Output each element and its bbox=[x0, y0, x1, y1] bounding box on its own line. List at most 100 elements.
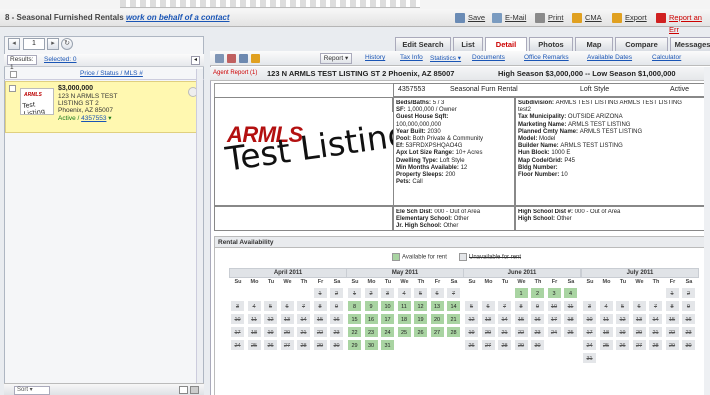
day-cell[interactable]: 8 bbox=[664, 300, 680, 312]
listing-thumbnail[interactable]: ARMLS Test Listing bbox=[20, 88, 54, 115]
tab-messages[interactable]: Messages bbox=[670, 37, 710, 51]
day-cell[interactable]: 26 bbox=[413, 326, 428, 338]
day-cell[interactable]: 28 bbox=[648, 339, 663, 351]
day-cell[interactable]: 18 bbox=[598, 326, 614, 338]
day-cell[interactable]: 7 bbox=[296, 300, 311, 312]
day-cell[interactable]: 2 bbox=[329, 287, 344, 299]
agent-report-label[interactable]: Agent Report (1) bbox=[213, 70, 257, 76]
day-cell[interactable]: 9 bbox=[681, 300, 696, 312]
sort-links[interactable]: Price / Status / MLS # bbox=[80, 70, 143, 77]
day-cell[interactable]: 29 bbox=[664, 339, 680, 351]
print-button[interactable]: Print bbox=[535, 12, 563, 24]
day-cell[interactable]: 17 bbox=[546, 313, 562, 325]
day-cell[interactable]: 8 bbox=[513, 300, 529, 312]
day-cell[interactable]: 13 bbox=[279, 313, 295, 325]
day-cell[interactable]: 24 bbox=[546, 326, 562, 338]
day-cell[interactable]: 18 bbox=[563, 313, 578, 325]
day-cell[interactable]: 3 bbox=[380, 287, 395, 299]
day-cell[interactable]: 4 bbox=[598, 300, 614, 312]
day-cell[interactable]: 28 bbox=[497, 339, 512, 351]
link-office-remarks[interactable]: Office Remarks bbox=[524, 54, 569, 61]
day-cell[interactable]: 12 bbox=[413, 300, 428, 312]
refresh-icon[interactable]: ↻ bbox=[61, 38, 73, 50]
behalf-contact-link[interactable]: work on behalf of a contact bbox=[126, 13, 230, 22]
day-cell[interactable]: 2 bbox=[363, 287, 379, 299]
day-cell[interactable]: 1 bbox=[347, 287, 362, 299]
day-cell[interactable]: 7 bbox=[497, 300, 512, 312]
day-cell[interactable]: 10 bbox=[380, 300, 395, 312]
day-cell[interactable]: 14 bbox=[446, 300, 461, 312]
day-cell[interactable]: 31 bbox=[380, 339, 395, 351]
day-cell[interactable]: 21 bbox=[648, 326, 663, 338]
day-cell[interactable]: 27 bbox=[429, 326, 445, 338]
link-available-dates[interactable]: Available Dates bbox=[587, 54, 632, 61]
listing-mls-link[interactable]: 4357553 bbox=[81, 115, 106, 122]
day-cell[interactable]: 21 bbox=[497, 326, 512, 338]
day-cell[interactable]: 20 bbox=[631, 326, 647, 338]
day-cell[interactable]: 15 bbox=[664, 313, 680, 325]
tab-edit-search[interactable]: Edit Search bbox=[395, 37, 451, 51]
day-cell[interactable]: 29 bbox=[312, 339, 328, 351]
day-cell[interactable]: 13 bbox=[631, 313, 647, 325]
day-cell[interactable]: 29 bbox=[513, 339, 529, 351]
day-cell[interactable]: 1 bbox=[513, 287, 529, 299]
day-cell[interactable]: 5 bbox=[615, 300, 630, 312]
report-an-err-button[interactable]: Report an Err bbox=[656, 12, 710, 34]
tab-compare[interactable]: Compare bbox=[615, 37, 668, 51]
day-cell[interactable]: 4 bbox=[563, 287, 578, 299]
day-cell[interactable]: 20 bbox=[429, 313, 445, 325]
day-cell[interactable]: 12 bbox=[464, 313, 479, 325]
day-cell[interactable]: 3 bbox=[546, 287, 562, 299]
day-cell[interactable]: 20 bbox=[480, 326, 496, 338]
day-cell[interactable]: 11 bbox=[396, 300, 412, 312]
day-cell[interactable]: 30 bbox=[681, 339, 696, 351]
day-cell[interactable]: 22 bbox=[347, 326, 362, 338]
day-cell[interactable]: 4 bbox=[396, 287, 412, 299]
day-cell[interactable]: 14 bbox=[648, 313, 663, 325]
link-documents[interactable]: Documents bbox=[472, 54, 505, 61]
day-cell[interactable]: 24 bbox=[230, 339, 245, 351]
day-cell[interactable]: 11 bbox=[598, 313, 614, 325]
day-cell[interactable]: 15 bbox=[513, 313, 529, 325]
day-cell[interactable]: 23 bbox=[681, 326, 696, 338]
day-cell[interactable]: 17 bbox=[380, 313, 395, 325]
e-mail-button[interactable]: E-Mail bbox=[492, 12, 526, 24]
email-icon[interactable] bbox=[215, 54, 224, 63]
day-cell[interactable]: 16 bbox=[363, 313, 379, 325]
day-cell[interactable]: 10 bbox=[546, 300, 562, 312]
day-cell[interactable]: 25 bbox=[598, 339, 614, 351]
selected-link[interactable]: Selected: 0 bbox=[44, 56, 77, 63]
tab-list[interactable]: List bbox=[453, 37, 483, 51]
day-cell[interactable]: 6 bbox=[279, 300, 295, 312]
day-cell[interactable]: 10 bbox=[230, 313, 245, 325]
day-cell[interactable]: 9 bbox=[329, 300, 344, 312]
next-page-button[interactable]: ▸ bbox=[47, 38, 59, 50]
tab-photos[interactable]: Photos bbox=[529, 37, 573, 51]
day-cell[interactable]: 7 bbox=[648, 300, 663, 312]
export-button[interactable]: Export bbox=[612, 12, 647, 24]
save-icon[interactable] bbox=[239, 54, 248, 63]
day-cell[interactable]: 23 bbox=[530, 326, 545, 338]
grid-view-icon[interactable] bbox=[190, 386, 199, 394]
prev-page-button[interactable]: ◂ bbox=[8, 38, 20, 50]
day-cell[interactable]: 12 bbox=[615, 313, 630, 325]
day-cell[interactable]: 16 bbox=[681, 313, 696, 325]
cma-icon[interactable] bbox=[251, 54, 260, 63]
day-cell[interactable]: 29 bbox=[347, 339, 362, 351]
link-statistics[interactable]: Statistics ▾ bbox=[430, 54, 461, 62]
day-cell[interactable]: 25 bbox=[396, 326, 412, 338]
day-cell[interactable]: 30 bbox=[329, 339, 344, 351]
day-cell[interactable]: 6 bbox=[631, 300, 647, 312]
day-cell[interactable]: 8 bbox=[312, 300, 328, 312]
day-cell[interactable]: 2 bbox=[681, 287, 696, 299]
day-cell[interactable]: 17 bbox=[582, 326, 597, 338]
day-cell[interactable]: 18 bbox=[396, 313, 412, 325]
day-cell[interactable]: 21 bbox=[296, 326, 311, 338]
day-cell[interactable]: 23 bbox=[329, 326, 344, 338]
day-cell[interactable]: 28 bbox=[296, 339, 311, 351]
day-cell[interactable]: 18 bbox=[246, 326, 262, 338]
day-cell[interactable]: 11 bbox=[563, 300, 578, 312]
day-cell[interactable]: 24 bbox=[582, 339, 597, 351]
day-cell[interactable]: 5 bbox=[464, 300, 479, 312]
day-cell[interactable]: 15 bbox=[347, 313, 362, 325]
